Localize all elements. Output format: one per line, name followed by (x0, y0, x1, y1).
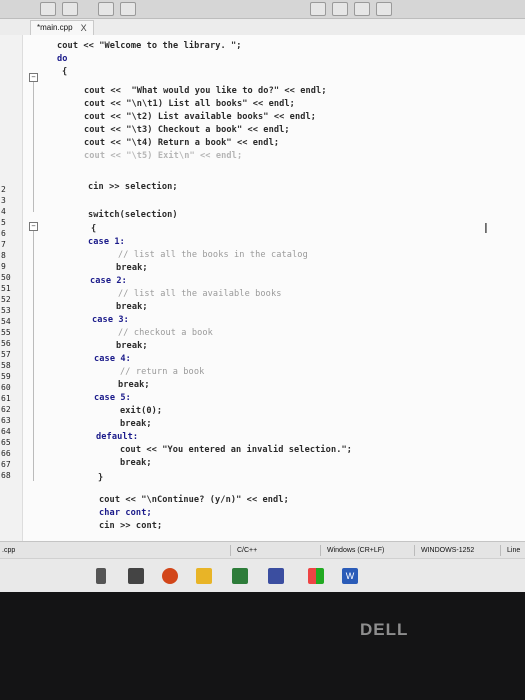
line-number: 66 (1, 449, 11, 458)
code-line: } (98, 473, 104, 483)
code-line: exit(0); (120, 406, 163, 416)
code-line: cout << "\t2) List available books" << e… (84, 112, 317, 122)
code-line: char cont; (99, 508, 152, 518)
line-number: 57 (1, 350, 11, 359)
search-icon[interactable] (310, 2, 326, 16)
code-line: cout << "\nContinue? (y/n)" << endl; (99, 495, 289, 505)
code-line: break; (120, 419, 152, 429)
toolbar-icon[interactable] (40, 2, 56, 16)
code-line: cout << "\t5) Exit\n" << endl; (84, 151, 243, 161)
fold-toggle-icon[interactable]: − (29, 222, 38, 231)
toolbar-icon[interactable] (376, 2, 392, 16)
status-file: .cpp (2, 547, 16, 554)
line-number: 52 (1, 295, 11, 304)
code-line: break; (116, 263, 148, 273)
monitor-bezel (0, 592, 525, 700)
line-number: 8 (1, 251, 6, 260)
monitor-brand-logo: DELL (360, 620, 409, 639)
code-line: { (62, 67, 68, 77)
line-number: 5 (1, 218, 6, 227)
task-view-icon[interactable] (128, 568, 144, 584)
code-line: case 4: (94, 354, 131, 364)
code-comment: // list all the available books (118, 289, 282, 299)
line-number: 50 (1, 273, 11, 282)
line-number: 60 (1, 383, 11, 392)
fold-guide (33, 82, 34, 212)
code-comment: // return a book (120, 367, 205, 377)
code-line: switch(selection) (88, 210, 178, 220)
code-line: cout << "\t3) Checkout a book" << endl; (84, 125, 290, 135)
search-icon[interactable] (332, 2, 348, 16)
line-number: 59 (1, 372, 11, 381)
browser-icon[interactable] (162, 568, 178, 584)
word-icon[interactable]: W (342, 568, 358, 584)
file-tab-title: *main.cpp (37, 23, 73, 32)
store-icon[interactable] (232, 568, 248, 584)
code-line: case 3: (92, 315, 129, 325)
line-number: 4 (1, 207, 6, 216)
line-number: 7 (1, 240, 6, 249)
line-number: 55 (1, 328, 11, 337)
line-number: 67 (1, 460, 11, 469)
code-line: cout << "\t4) Return a book" << endl; (84, 138, 280, 148)
status-language[interactable]: C/C++ (230, 545, 257, 556)
taskbar: W (0, 558, 525, 592)
line-number: 3 (1, 196, 6, 205)
line-number: 58 (1, 361, 11, 370)
line-number: 61 (1, 394, 11, 403)
fold-toggle-icon[interactable]: − (29, 73, 38, 82)
line-number: 63 (1, 416, 11, 425)
toolbar-icon[interactable] (120, 2, 136, 16)
line-number: 56 (1, 339, 11, 348)
code-line: break; (116, 341, 148, 351)
code-comment: // list all the books in the catalog (118, 250, 308, 260)
line-number: 9 (1, 262, 6, 271)
line-number: 6 (1, 229, 6, 238)
code-line: case 2: (90, 276, 127, 286)
code-line: cin >> cont; (99, 521, 163, 531)
code-line: break; (116, 302, 148, 312)
line-number: 53 (1, 306, 11, 315)
code-line: do (57, 54, 68, 64)
code-line: case 1: (88, 237, 125, 247)
code-line: case 5: (94, 393, 131, 403)
code-line: { (91, 224, 97, 234)
mic-icon[interactable] (96, 568, 106, 584)
code-line: break; (120, 458, 152, 468)
mail-icon[interactable] (268, 568, 284, 584)
toolbar-icon[interactable] (354, 2, 370, 16)
line-number: 65 (1, 438, 11, 447)
toolbar-icon[interactable] (62, 2, 78, 16)
code-line: cout << "You entered an invalid selectio… (120, 445, 353, 455)
line-number: 68 (1, 471, 11, 480)
line-number: 62 (1, 405, 11, 414)
close-icon[interactable]: X (81, 21, 87, 35)
editor-toolbar (0, 0, 525, 19)
line-number: 51 (1, 284, 11, 293)
text-cursor-icon: I (484, 222, 488, 237)
code-line: cin >> selection; (88, 182, 178, 192)
status-encoding[interactable]: WINDOWS-1252 (414, 545, 474, 556)
code-line: cout << "What would you like to do?" << … (84, 86, 327, 96)
app-icon[interactable] (308, 568, 324, 584)
monitor-screen: *main.cpp X 2 3 4 5 6 7 8 9 50 51 52 53 … (0, 0, 525, 592)
status-line-endings[interactable]: Windows (CR+LF) (320, 545, 384, 556)
code-comment: // checkout a book (118, 328, 213, 338)
line-number: 54 (1, 317, 11, 326)
fold-guide (33, 231, 34, 481)
code-line: default: (96, 432, 139, 442)
file-tab[interactable]: *main.cpp X (30, 20, 94, 35)
status-mode[interactable]: Line (500, 545, 520, 556)
toolbar-icon[interactable] (98, 2, 114, 16)
code-line: cout << "Welcome to the library. "; (57, 41, 242, 51)
file-explorer-icon[interactable] (196, 568, 212, 584)
code-line: cout << "\n\t1) List all books" << endl; (84, 99, 295, 109)
line-number: 2 (1, 185, 6, 194)
status-bar: .cpp C/C++ Windows (CR+LF) WINDOWS-1252 … (0, 541, 525, 559)
code-line: break; (118, 380, 150, 390)
line-number: 64 (1, 427, 11, 436)
code-editor[interactable]: 2 3 4 5 6 7 8 9 50 51 52 53 54 55 56 57 … (0, 35, 525, 541)
